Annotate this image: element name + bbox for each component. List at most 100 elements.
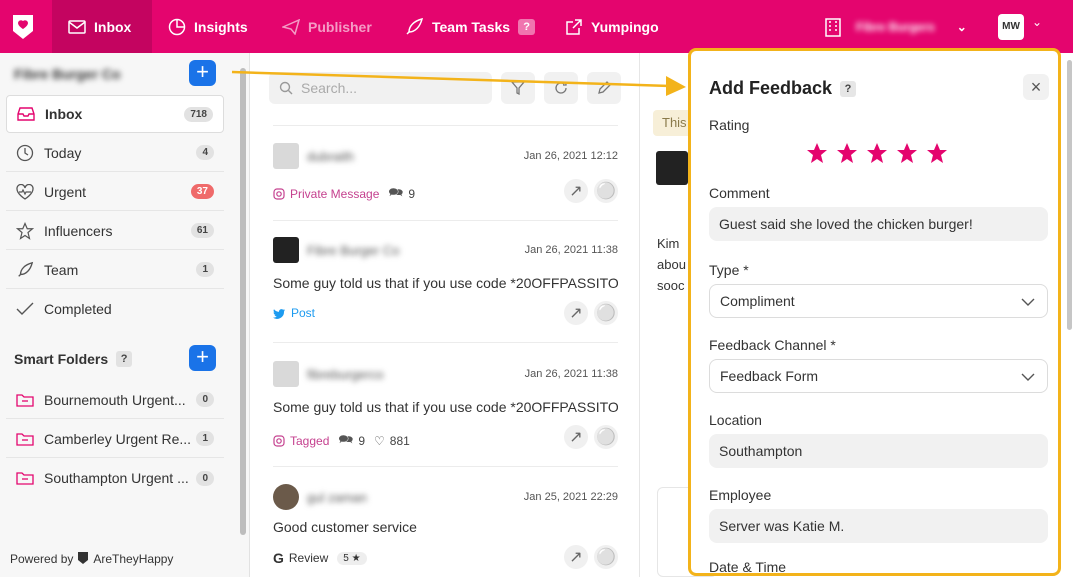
sidebar-item-label: Today xyxy=(44,144,82,161)
employee-label: Employee xyxy=(709,487,772,503)
sidebar-item-team[interactable]: Team 1 xyxy=(6,251,224,289)
comment-value: Guest said she loved the chicken burger! xyxy=(719,216,973,232)
share-icon[interactable]: ↗ xyxy=(564,179,588,203)
location-field[interactable]: Southampton xyxy=(709,434,1048,468)
location-selector[interactable]: Fibre Burgers ⌄ xyxy=(824,0,967,53)
brand-logo-icon xyxy=(77,551,89,567)
smart-folders-heading: Smart Folders ? xyxy=(14,351,133,367)
count-badge: 1 xyxy=(196,431,214,446)
nav-publisher[interactable]: Publisher xyxy=(282,0,372,53)
nav-yumpingo[interactable]: Yumpingo xyxy=(565,0,659,53)
nav-inbox-label: Inbox xyxy=(94,18,132,35)
sidebar-item-influencers[interactable]: Influencers 61 xyxy=(6,212,224,250)
nav-publisher-label: Publisher xyxy=(308,18,372,35)
snippet-line: Kim xyxy=(657,236,680,251)
account-name[interactable]: Fibre Burger Co xyxy=(14,66,121,82)
feed-card[interactable]: Fibre Burger Co Jan 26, 2021 11:38 Some … xyxy=(273,237,618,327)
card-date: Jan 26, 2021 11:38 xyxy=(524,244,618,256)
nav-inbox[interactable]: Inbox xyxy=(52,0,152,53)
comment-field[interactable]: Guest said she loved the chicken burger! xyxy=(709,207,1048,241)
sidebar-item-today[interactable]: Today 4 xyxy=(6,134,224,172)
tag-icon[interactable]: ⚪ xyxy=(594,545,618,569)
like-count: 881 xyxy=(389,433,410,448)
location-label: Location xyxy=(709,412,762,428)
sidebar-scrollbar[interactable] xyxy=(240,68,246,535)
chevron-down-icon: ⌄ xyxy=(956,19,967,34)
powered-by-text: Powered by xyxy=(10,552,74,566)
star-icon[interactable] xyxy=(805,141,829,165)
sidebar-item-label: Urgent xyxy=(44,183,87,200)
rating-label: Rating xyxy=(709,117,750,133)
smart-folder-item[interactable]: Bournemouth Urgent... 0 xyxy=(6,381,224,419)
nav-team-tasks[interactable]: Team Tasks ? xyxy=(404,0,536,53)
feed-card[interactable]: dubraith Jan 26, 2021 12:12 Private Mess… xyxy=(273,143,618,205)
avatar xyxy=(273,484,299,510)
source-label: Review xyxy=(288,551,329,565)
star-icon[interactable] xyxy=(835,141,859,165)
google-icon: G xyxy=(273,550,284,566)
card-source: Tagged 🗪 9 ♡ 881 xyxy=(273,430,410,451)
powered-by: Powered by AreTheyHappy xyxy=(10,551,173,567)
nav-insights-label: Insights xyxy=(194,18,248,35)
smart-folders-title: Smart Folders xyxy=(14,351,109,367)
add-account-button[interactable]: + xyxy=(189,60,216,86)
sidebar: Fibre Burger Co + Inbox 718 Today 4 Urge… xyxy=(0,53,250,577)
card-date: Jan 26, 2021 12:12 xyxy=(523,150,618,162)
building-icon xyxy=(825,17,841,37)
feed-card[interactable]: gul zaman Jan 25, 2021 22:29 Good custom… xyxy=(273,484,618,574)
smart-folder-label: Camberley Urgent Re... xyxy=(44,430,192,447)
share-icon[interactable]: ↗ xyxy=(564,425,588,449)
date-label: Date & Time xyxy=(709,559,787,575)
avatar xyxy=(273,361,299,387)
type-label: Type * xyxy=(709,262,749,278)
close-button[interactable]: × xyxy=(1023,74,1049,100)
page-scrollbar[interactable] xyxy=(1067,60,1072,330)
rocket-icon xyxy=(406,17,424,35)
share-icon[interactable]: ↗ xyxy=(564,301,588,325)
type-select[interactable]: Compliment xyxy=(709,284,1048,318)
smart-folder-label: Bournemouth Urgent... xyxy=(44,391,186,408)
card-date: Jan 26, 2021 11:38 xyxy=(524,368,618,380)
nav-insights[interactable]: Insights xyxy=(168,0,248,53)
star-icon[interactable] xyxy=(865,141,889,165)
team-tasks-help-icon[interactable]: ? xyxy=(518,18,536,35)
author-name: dubraith xyxy=(307,149,354,164)
star-icon[interactable] xyxy=(895,141,919,165)
twitter-icon xyxy=(273,308,285,319)
avatar-chevron-icon[interactable]: ⌄ xyxy=(1032,15,1042,29)
sidebar-item-inbox[interactable]: Inbox 718 xyxy=(6,95,224,133)
external-link-icon xyxy=(566,18,582,35)
employee-field[interactable]: Server was Katie M. xyxy=(709,509,1048,543)
sidebar-item-label: Completed xyxy=(44,301,112,317)
rocket-icon xyxy=(16,261,38,279)
tag-icon[interactable]: ⚪ xyxy=(594,425,618,449)
snippet-line: abou xyxy=(657,257,686,272)
chart-icon xyxy=(168,18,186,35)
channel-select[interactable]: Feedback Form xyxy=(709,359,1048,393)
sidebar-item-label: Inbox xyxy=(45,106,83,122)
smart-folder-label: Southampton Urgent ... xyxy=(44,470,189,486)
tag-icon[interactable]: ⚪ xyxy=(594,179,618,203)
brand-name[interactable]: AreTheyHappy xyxy=(93,552,173,566)
card-actions: ↗ ⚪ xyxy=(564,425,618,449)
location-name: Fibre Burgers xyxy=(856,19,935,34)
smart-folders-help-icon[interactable]: ? xyxy=(116,351,133,367)
app-logo-icon[interactable] xyxy=(0,0,46,53)
card-actions: ↗ ⚪ xyxy=(564,179,618,203)
star-rating[interactable] xyxy=(805,141,949,165)
sidebar-item-urgent[interactable]: Urgent 37 xyxy=(6,173,224,211)
sidebar-item-completed[interactable]: Completed xyxy=(6,290,224,328)
user-avatar[interactable]: MW xyxy=(998,14,1024,40)
tag-icon[interactable]: ⚪ xyxy=(594,301,618,325)
help-icon[interactable]: ? xyxy=(840,80,857,97)
feed-card[interactable]: fibreburgerco Jan 26, 2021 11:38 Some gu… xyxy=(273,361,618,451)
avatar-initials: MW xyxy=(1002,21,1020,32)
share-icon[interactable]: ↗ xyxy=(564,545,588,569)
smart-folder-item[interactable]: Camberley Urgent Re... 1 xyxy=(6,420,224,458)
add-smart-folder-button[interactable]: + xyxy=(189,345,216,371)
rating-badge: 5 ★ xyxy=(337,551,367,565)
smart-folder-item[interactable]: Southampton Urgent ... 0 xyxy=(6,459,224,497)
count-badge: 4 xyxy=(196,145,214,160)
avatar xyxy=(273,143,299,169)
star-icon[interactable] xyxy=(925,141,949,165)
